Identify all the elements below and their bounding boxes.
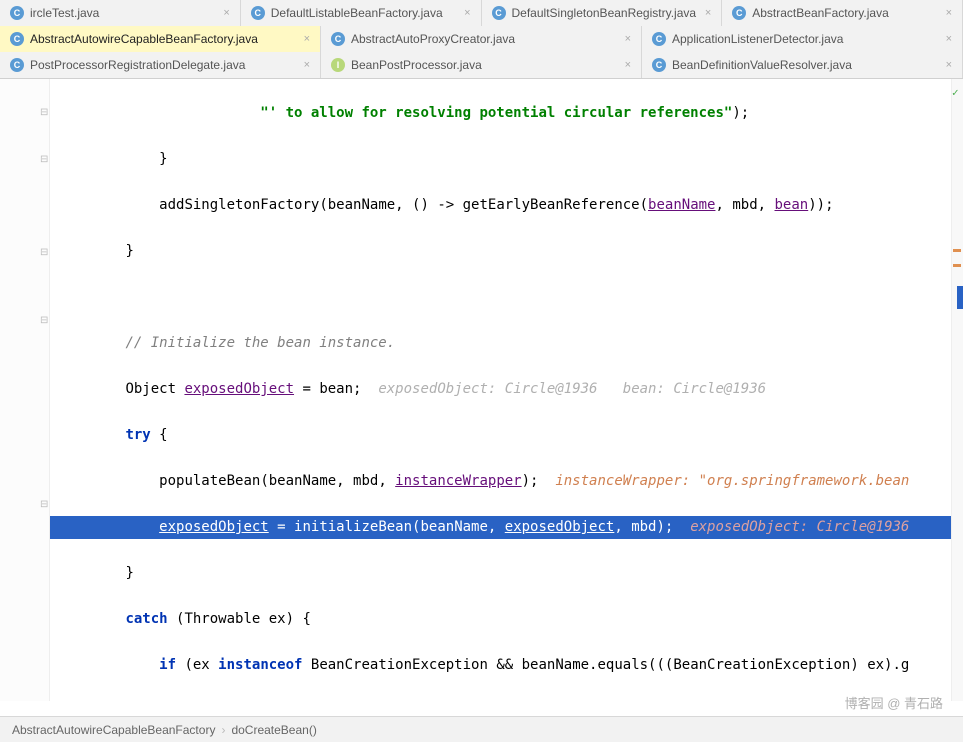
code-line[interactable] (50, 286, 963, 309)
tab-circletest[interactable]: C ircleTest.java × (0, 0, 241, 26)
class-icon: C (10, 32, 24, 46)
breadcrumb-method[interactable]: doCreateBean() (231, 723, 316, 737)
tab-label: BeanPostProcessor.java (351, 58, 617, 72)
tab-label: BeanDefinitionValueResolver.java (672, 58, 938, 72)
watermark-text: 博客园 @ 青石路 (845, 693, 943, 712)
tab-row-2: C AbstractAutowireCapableBeanFactory.jav… (0, 26, 963, 52)
close-icon[interactable]: × (705, 7, 711, 19)
warning-mark-icon[interactable] (953, 249, 961, 252)
tab-abstractautoproxycreator[interactable]: C AbstractAutoProxyCreator.java × (321, 26, 642, 52)
code-line[interactable]: // Initialize the bean instance. (50, 332, 963, 355)
class-icon: C (10, 58, 24, 72)
warning-mark-icon[interactable] (953, 264, 961, 267)
tab-beandefinitionvalueresolver[interactable]: C BeanDefinitionValueResolver.java × (642, 52, 963, 78)
tab-label: AbstractBeanFactory.java (752, 6, 937, 20)
code-line[interactable]: } (50, 148, 963, 171)
fold-marker-icon[interactable]: ⊟ (40, 154, 48, 165)
close-icon[interactable]: × (464, 7, 470, 19)
code-line[interactable]: populateBean(beanName, mbd, instanceWrap… (50, 470, 963, 493)
editor-gutter[interactable]: ⊟ ⊟ ⊟ ⊟ ⊟ (0, 79, 50, 701)
analysis-ok-icon: ✓ (952, 81, 962, 91)
editor-tab-strip: C ircleTest.java × C DefaultListableBean… (0, 0, 963, 79)
code-line[interactable]: catch (Throwable ex) { (50, 608, 963, 631)
caret-row-indicator (957, 286, 963, 309)
tab-beanpostprocessor[interactable]: I BeanPostProcessor.java × (321, 52, 642, 78)
close-icon[interactable]: × (625, 59, 631, 71)
close-icon[interactable]: × (946, 7, 952, 19)
tab-applicationlistenerdetector[interactable]: C ApplicationListenerDetector.java × (642, 26, 963, 52)
code-line[interactable]: addSingletonFactory(beanName, () -> getE… (50, 194, 963, 217)
tab-defaultlistablebeanfactory[interactable]: C DefaultListableBeanFactory.java × (241, 0, 482, 26)
class-icon: C (492, 6, 506, 20)
fold-marker-icon[interactable]: ⊟ (40, 499, 48, 510)
interface-icon: I (331, 58, 345, 72)
code-line[interactable]: "' to allow for resolving potential circ… (50, 102, 963, 125)
tab-label: AbstractAutowireCapableBeanFactory.java (30, 32, 296, 46)
class-icon: C (251, 6, 265, 20)
breadcrumb-class[interactable]: AbstractAutowireCapableBeanFactory (12, 723, 215, 737)
fold-marker-icon[interactable]: ⊟ (40, 247, 48, 258)
tab-label: PostProcessorRegistrationDelegate.java (30, 58, 296, 72)
close-icon[interactable]: × (946, 59, 952, 71)
tab-label: DefaultSingletonBeanRegistry.java (512, 6, 697, 20)
close-icon[interactable]: × (304, 59, 310, 71)
tab-postprocessorregistrationdelegate[interactable]: C PostProcessorRegistrationDelegate.java… (0, 52, 321, 78)
close-icon[interactable]: × (223, 7, 229, 19)
tab-label: ircleTest.java (30, 6, 215, 20)
class-icon: C (652, 32, 666, 46)
chevron-right-icon: › (221, 723, 225, 737)
class-icon: C (10, 6, 24, 20)
code-line[interactable]: if (ex instanceof BeanCreationException … (50, 654, 963, 677)
tab-abstractbeanfactory[interactable]: C AbstractBeanFactory.java × (722, 0, 963, 26)
code-editor[interactable]: ⊟ ⊟ ⊟ ⊟ ⊟ "' to allow for resolving pote… (0, 79, 963, 701)
class-icon: C (732, 6, 746, 20)
code-line[interactable]: Object exposedObject = bean; exposedObje… (50, 378, 963, 401)
code-line-current[interactable]: exposedObject = initializeBean(beanName,… (50, 516, 963, 539)
tab-label: AbstractAutoProxyCreator.java (351, 32, 617, 46)
close-icon[interactable]: × (304, 33, 310, 45)
error-stripe[interactable]: ✓ (951, 79, 963, 701)
fold-marker-icon[interactable]: ⊟ (40, 107, 48, 118)
tab-row-1: C ircleTest.java × C DefaultListableBean… (0, 0, 963, 26)
code-line[interactable]: throw (BeanCreationException) ex; (50, 700, 963, 701)
fold-marker-icon[interactable]: ⊟ (40, 315, 48, 326)
close-icon[interactable]: × (946, 33, 952, 45)
tab-abstractautowirecapablebeanfactory[interactable]: C AbstractAutowireCapableBeanFactory.jav… (0, 26, 321, 52)
code-content[interactable]: "' to allow for resolving potential circ… (50, 79, 963, 701)
breadcrumb-bar[interactable]: AbstractAutowireCapableBeanFactory › doC… (0, 716, 963, 742)
tab-row-3: C PostProcessorRegistrationDelegate.java… (0, 52, 963, 78)
class-icon: C (331, 32, 345, 46)
code-line[interactable]: } (50, 562, 963, 585)
tab-label: DefaultListableBeanFactory.java (271, 6, 456, 20)
tab-defaultsingletonbeanregistry[interactable]: C DefaultSingletonBeanRegistry.java × (482, 0, 723, 26)
code-line[interactable]: try { (50, 424, 963, 447)
class-icon: C (652, 58, 666, 72)
tab-label: ApplicationListenerDetector.java (672, 32, 938, 46)
close-icon[interactable]: × (625, 33, 631, 45)
code-line[interactable]: } (50, 240, 963, 263)
